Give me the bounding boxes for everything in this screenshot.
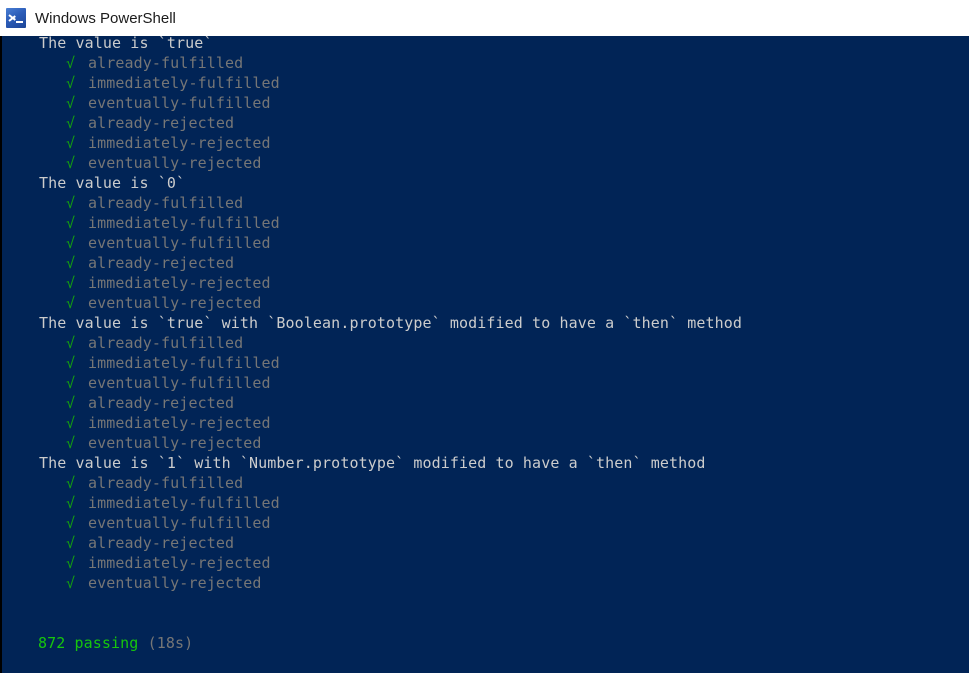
powershell-icon-underscore — [16, 21, 23, 23]
run-duration: (18s) — [147, 634, 194, 652]
test-result-row: √ eventually-rejected — [38, 153, 969, 173]
check-icon: √ — [66, 534, 76, 552]
test-name: immediately-fulfilled — [88, 494, 280, 512]
check-icon: √ — [66, 214, 76, 232]
test-result-row: √ eventually-rejected — [38, 573, 969, 593]
test-result-row: √ eventually-fulfilled — [38, 373, 969, 393]
test-name: eventually-rejected — [88, 154, 262, 172]
check-icon: √ — [66, 134, 76, 152]
test-result-row: √ already-rejected — [38, 533, 969, 553]
check-icon: √ — [66, 374, 76, 392]
check-icon: √ — [66, 554, 76, 572]
test-result-row: √ already-fulfilled — [38, 53, 969, 73]
test-name: eventually-fulfilled — [88, 514, 271, 532]
test-result-row: √ eventually-fulfilled — [38, 513, 969, 533]
test-suite-title: The value is `0` — [39, 174, 186, 192]
test-name: eventually-fulfilled — [88, 234, 271, 252]
check-icon: √ — [66, 414, 76, 432]
test-result-row: √ immediately-fulfilled — [38, 493, 969, 513]
check-icon: √ — [66, 474, 76, 492]
test-result-row: √ eventually-fulfilled — [38, 93, 969, 113]
check-icon: √ — [66, 194, 76, 212]
test-name: already-fulfilled — [88, 334, 244, 352]
check-icon: √ — [66, 514, 76, 532]
test-result-row: √ immediately-fulfilled — [38, 213, 969, 233]
check-icon: √ — [66, 94, 76, 112]
test-name: already-fulfilled — [88, 474, 244, 492]
check-icon: √ — [66, 154, 76, 172]
test-name: immediately-rejected — [88, 554, 271, 572]
test-name: already-rejected — [88, 394, 235, 412]
test-result-row: √ already-fulfilled — [38, 473, 969, 493]
test-result-row: √ eventually-fulfilled — [38, 233, 969, 253]
check-icon: √ — [66, 274, 76, 292]
test-result-row: √ eventually-rejected — [38, 433, 969, 453]
test-name: already-fulfilled — [88, 54, 244, 72]
test-result-row: √ eventually-rejected — [38, 293, 969, 313]
check-icon: √ — [66, 574, 76, 592]
test-name: immediately-rejected — [88, 414, 271, 432]
test-result-row: √ immediately-rejected — [38, 413, 969, 433]
check-icon: √ — [66, 434, 76, 452]
test-name: eventually-rejected — [88, 434, 262, 452]
test-name: already-fulfilled — [88, 194, 244, 212]
check-icon: √ — [66, 234, 76, 252]
check-icon: √ — [66, 394, 76, 412]
test-name: already-rejected — [88, 534, 235, 552]
test-summary-line: 872 passing (18s) — [38, 633, 969, 653]
passing-count: 872 passing — [38, 634, 139, 652]
test-result-row: √ already-rejected — [38, 113, 969, 133]
test-result-row: √ immediately-rejected — [38, 553, 969, 573]
test-suite-title: The value is `true` with `Boolean.protot… — [39, 314, 743, 332]
check-icon: √ — [66, 54, 76, 72]
check-icon: √ — [66, 114, 76, 132]
check-icon: √ — [66, 494, 76, 512]
powershell-icon — [6, 8, 26, 28]
test-name: immediately-fulfilled — [88, 354, 280, 372]
test-name: eventually-fulfilled — [88, 94, 271, 112]
window-titlebar[interactable]: Windows PowerShell — [0, 0, 969, 36]
test-result-row: √ already-fulfilled — [38, 193, 969, 213]
test-result-row: √ immediately-rejected — [38, 133, 969, 153]
test-result-row: √ already-rejected — [38, 253, 969, 273]
check-icon: √ — [66, 254, 76, 272]
test-name: already-rejected — [88, 254, 235, 272]
console-output-area[interactable]: The value is `true` √ already-fulfilled √ im… — [0, 36, 969, 673]
test-name: eventually-rejected — [88, 574, 262, 592]
check-icon: √ — [66, 354, 76, 372]
test-result-row: √ immediately-fulfilled — [38, 73, 969, 93]
test-name: eventually-fulfilled — [88, 374, 271, 392]
test-name: immediately-fulfilled — [88, 74, 280, 92]
test-name: immediately-rejected — [88, 134, 271, 152]
check-icon: √ — [66, 334, 76, 352]
test-result-row: √ immediately-rejected — [38, 273, 969, 293]
check-icon: √ — [66, 74, 76, 92]
test-suite-title: The value is `true` — [39, 36, 213, 52]
test-result-row: √ already-fulfilled — [38, 333, 969, 353]
test-name: already-rejected — [88, 114, 235, 132]
test-name: eventually-rejected — [88, 294, 262, 312]
check-icon: √ — [66, 294, 76, 312]
console-scroll-content: The value is `true` √ already-fulfilled √ im… — [2, 36, 969, 653]
window-title: Windows PowerShell — [35, 9, 176, 27]
test-name: immediately-fulfilled — [88, 214, 280, 232]
test-name: immediately-rejected — [88, 274, 271, 292]
test-result-row: √ immediately-fulfilled — [38, 353, 969, 373]
test-result-row: √ already-rejected — [38, 393, 969, 413]
test-suite-title: The value is `1` with `Number.prototype`… — [39, 454, 706, 472]
